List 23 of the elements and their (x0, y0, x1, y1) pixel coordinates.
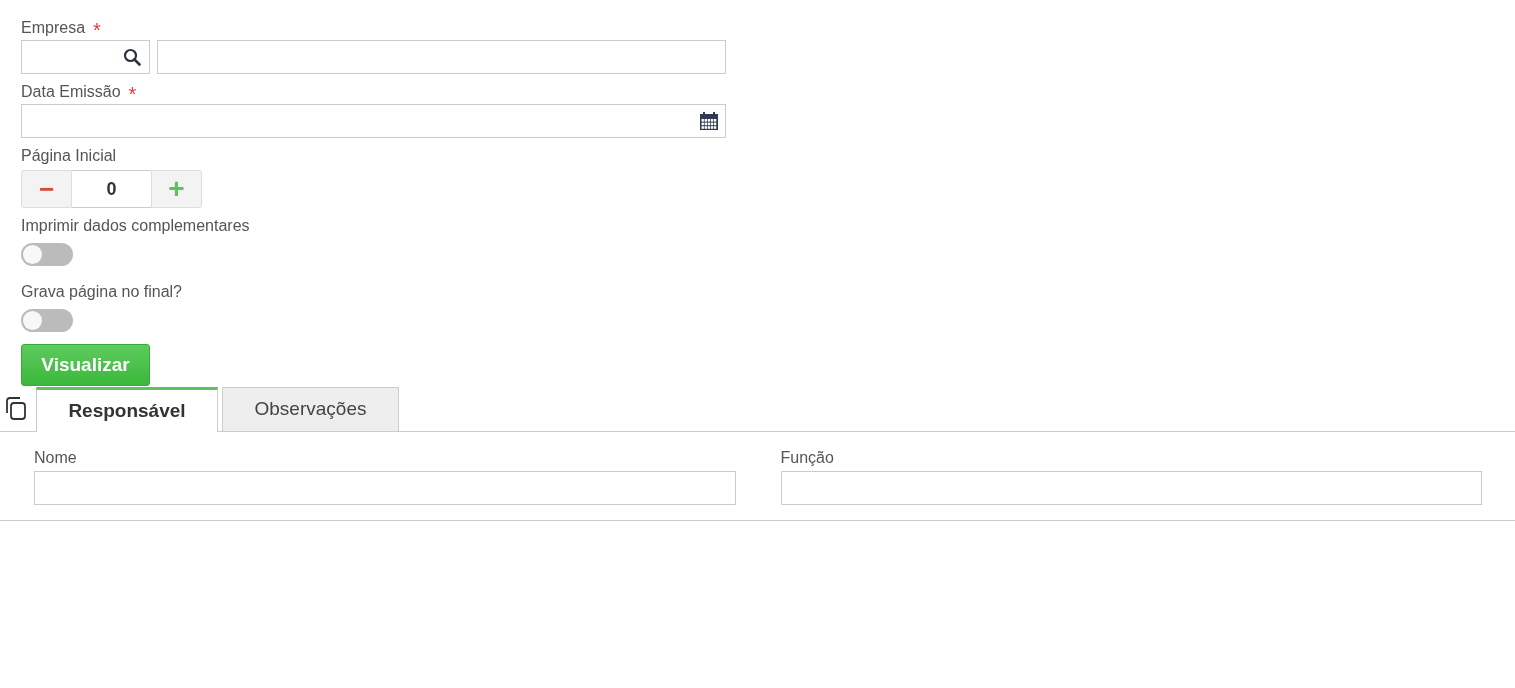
input-field[interactable] (157, 40, 726, 74)
lookup-field[interactable] (21, 40, 150, 74)
date-field[interactable] (21, 104, 726, 138)
input-field[interactable] (780, 471, 1482, 505)
decrement-button[interactable]: − (21, 170, 72, 208)
search-icon[interactable] (123, 48, 141, 66)
field-label: Grava página no final? (21, 282, 182, 302)
tab[interactable]: Observações (222, 387, 399, 432)
required-mark: * (128, 84, 137, 104)
field-label: Nome (34, 448, 78, 468)
field-label: Empresa (21, 18, 86, 38)
tab[interactable]: Responsável (36, 387, 218, 432)
field-label: Imprimir dados complementares (21, 216, 250, 236)
toggle-switch[interactable] (21, 309, 73, 332)
toggle-switch[interactable] (21, 243, 73, 266)
field-label: Função (780, 448, 835, 468)
input-field[interactable] (34, 471, 736, 505)
field-label: Data Emissão (21, 82, 121, 102)
field-label: Página Inicial (21, 146, 117, 166)
required-mark: * (93, 20, 101, 40)
copy-icon[interactable] (5, 397, 27, 421)
calendar-icon[interactable] (699, 111, 719, 131)
number-field[interactable]: 0 (72, 170, 151, 208)
